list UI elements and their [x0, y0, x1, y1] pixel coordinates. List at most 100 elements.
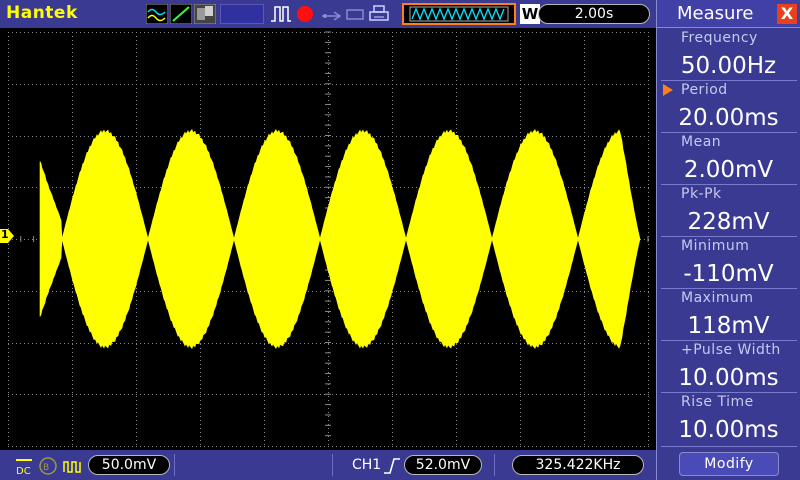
- grid-dot: [624, 343, 625, 344]
- ch1-scale-readout[interactable]: 50.0mV: [88, 455, 170, 475]
- measure-value-pulse-width[interactable]: 10.00ms: [657, 362, 800, 394]
- grid-dot: [364, 446, 365, 447]
- grid-dot: [156, 32, 157, 33]
- close-button[interactable]: X: [777, 4, 797, 24]
- grid-dot: [456, 32, 457, 33]
- probe-icon[interactable]: [62, 456, 84, 476]
- grid-dot: [64, 343, 65, 344]
- grid-dot: [404, 136, 405, 137]
- measure-value-frequency[interactable]: 50.00Hz: [657, 50, 800, 82]
- grid-dot: [520, 104, 521, 105]
- measure-label-maximum[interactable]: Maximum: [681, 290, 799, 306]
- grid-dot: [432, 136, 433, 137]
- grid-dot: [648, 300, 649, 301]
- measure-label-mean[interactable]: Mean: [681, 134, 799, 150]
- usb-icon: [322, 11, 342, 21]
- grid-dot: [8, 384, 9, 385]
- grid-dot: [104, 84, 105, 85]
- grid-dot: [28, 291, 29, 292]
- measure-label-period[interactable]: Period: [681, 82, 799, 98]
- grid-dot: [548, 343, 549, 344]
- grid-dot: [8, 108, 9, 109]
- grid-dot: [508, 84, 509, 85]
- grid-dot: [72, 394, 73, 395]
- record-icon[interactable]: [294, 4, 316, 24]
- measure-value-rise-time[interactable]: 10.00ms: [657, 414, 800, 446]
- grid-dot: [588, 84, 589, 85]
- measure-label-frequency[interactable]: Frequency: [681, 30, 799, 46]
- grid-dot: [200, 368, 201, 369]
- grid-dot: [72, 300, 73, 301]
- grid-dot: [612, 343, 613, 344]
- grid-dot: [240, 291, 241, 292]
- modify-button[interactable]: Modify: [679, 452, 779, 476]
- measure-value-period[interactable]: 20.00ms: [657, 102, 800, 134]
- pulse-icon[interactable]: [270, 4, 292, 24]
- grid-dot: [392, 376, 393, 377]
- grid-dot: [12, 187, 13, 188]
- grid-dot: [624, 32, 625, 33]
- measure-value-maximum[interactable]: 118mV: [657, 310, 800, 342]
- grid-dot: [340, 446, 341, 447]
- grid-dot: [456, 392, 457, 393]
- grid-dot: [392, 312, 393, 313]
- measure-value-mean[interactable]: 2.00mV: [657, 154, 800, 186]
- trigger-level-readout[interactable]: 52.0mV: [404, 455, 482, 475]
- grid-dot: [136, 44, 137, 45]
- ch1-marker[interactable]: 1: [0, 228, 14, 243]
- timebase-readout[interactable]: 2.00s: [538, 4, 650, 24]
- grid-dot: [584, 284, 585, 285]
- display-icon[interactable]: [194, 4, 216, 24]
- grid-dot: [392, 100, 393, 101]
- measure-value-pk-pk[interactable]: 228mV: [657, 206, 800, 238]
- grid-dot: [584, 156, 585, 157]
- grid-dot: [64, 446, 65, 447]
- grid-dot: [612, 32, 613, 33]
- grid-dot: [496, 32, 497, 33]
- grid-dot: [148, 136, 149, 137]
- grid-dot: [200, 408, 201, 409]
- grid-dot: [456, 380, 457, 381]
- grid-dot: [8, 300, 9, 301]
- grid-dot: [628, 136, 629, 137]
- grid-dot: [60, 394, 61, 395]
- rising-edge-icon[interactable]: [382, 456, 402, 476]
- measure-label-minimum[interactable]: Minimum: [681, 238, 799, 254]
- grid-dot: [72, 444, 73, 445]
- grid-dot: [328, 80, 329, 81]
- grid-dot: [648, 168, 649, 169]
- grid-dot: [264, 440, 265, 441]
- grid-dot: [600, 136, 601, 137]
- trigger-mode-icon[interactable]: W: [520, 4, 540, 24]
- dc-coupling-icon[interactable]: DC: [14, 456, 34, 476]
- ramp-icon[interactable]: [170, 4, 192, 24]
- grid-dot: [392, 324, 393, 325]
- printer-icon[interactable]: [368, 4, 390, 24]
- bandwidth-limit-icon[interactable]: B: [38, 456, 58, 476]
- measure-value-minimum[interactable]: -110mV: [657, 258, 800, 290]
- grid-dot: [584, 276, 585, 277]
- grid-dot: [328, 320, 329, 321]
- grid-dot: [348, 343, 349, 344]
- grid-dot: [520, 440, 521, 441]
- grid-dot: [648, 260, 649, 261]
- grid-dot: [520, 120, 521, 121]
- measure-label-pk-pk[interactable]: Pk-Pk: [681, 186, 799, 202]
- grid-dot: [484, 187, 485, 188]
- grid-dot: [136, 300, 137, 301]
- trigger-position-icon[interactable]: [402, 3, 516, 25]
- grid-dot: [264, 40, 265, 41]
- wave-cursor-icon[interactable]: [146, 4, 168, 24]
- measure-label-pulse-width[interactable]: +Pulse Width: [681, 342, 799, 358]
- grid-dot: [392, 164, 393, 165]
- grid-dot: [392, 116, 393, 117]
- grid-dot: [36, 446, 37, 447]
- grid-dot: [212, 32, 213, 33]
- grid-dot: [68, 84, 69, 85]
- grid-dot: [492, 32, 493, 33]
- grid-dot: [648, 344, 649, 345]
- measure-label-rise-time[interactable]: Rise Time: [681, 394, 799, 410]
- grid-dot: [520, 352, 521, 353]
- grid-dot: [648, 280, 649, 281]
- grid-dot: [584, 288, 585, 289]
